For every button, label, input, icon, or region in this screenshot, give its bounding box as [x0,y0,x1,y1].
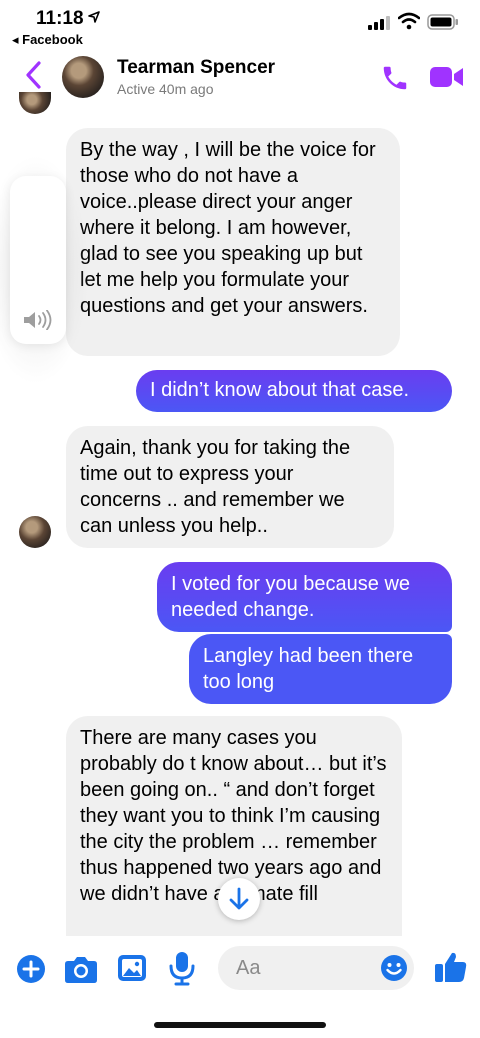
arrow-down-icon [229,887,249,910]
message-incoming[interactable]: By the way , I will be the voice for tho… [66,128,400,356]
message-text: By the way , I will be the voice for tho… [80,139,376,317]
message-input-placeholder: Aa [236,957,261,979]
contact-name[interactable]: Tearman Spencer [117,57,275,79]
message-outgoing[interactable]: I voted for you because we needed change… [157,562,452,632]
back-to-app-link[interactable]: ◂ Facebook [12,32,83,48]
scroll-to-bottom-button[interactable] [218,878,260,920]
contact-active-status: Active 40m ago [117,81,214,97]
conversation-header: Tearman Spencer Active 40m ago [0,50,480,102]
message-composer: Aa [0,936,480,1002]
message-outgoing[interactable]: Langley had been there too long [189,634,452,704]
back-app-label: Facebook [22,32,83,47]
phone-icon[interactable] [380,63,410,93]
back-app-triangle-icon: ◂ [12,32,23,47]
sender-avatar[interactable] [19,516,51,548]
gallery-icon[interactable] [117,954,147,982]
message-outgoing[interactable]: I didn’t know about that case. [136,370,452,412]
signal-icon [368,16,390,30]
wifi-icon [398,12,420,30]
message-text: I didn’t know about that case. [150,379,410,401]
location-arrow-icon [88,11,100,23]
volume-hud [10,176,66,344]
sender-avatar-partial [19,92,51,114]
message-input[interactable]: Aa [218,946,414,990]
back-chevron-icon[interactable] [24,60,44,90]
battery-icon [427,14,458,30]
volume-icon [24,310,52,330]
contact-avatar[interactable] [62,56,104,98]
emoji-icon[interactable] [380,954,408,982]
home-indicator [154,1022,326,1028]
status-time: 11:18 [36,8,84,29]
status-bar: 11:18 ◂ Facebook [0,0,480,50]
thumbs-up-icon[interactable] [434,950,468,984]
message-text: Again, thank you for taking the time out… [80,437,351,537]
video-camera-icon[interactable] [430,66,464,88]
message-text: Langley had been there too long [203,645,414,693]
message-text: I voted for you because we needed change… [171,573,411,621]
plus-icon[interactable] [16,954,46,984]
microphone-icon[interactable] [168,950,196,986]
camera-icon[interactable] [64,954,98,984]
message-incoming[interactable]: Again, thank you for taking the time out… [66,426,394,548]
